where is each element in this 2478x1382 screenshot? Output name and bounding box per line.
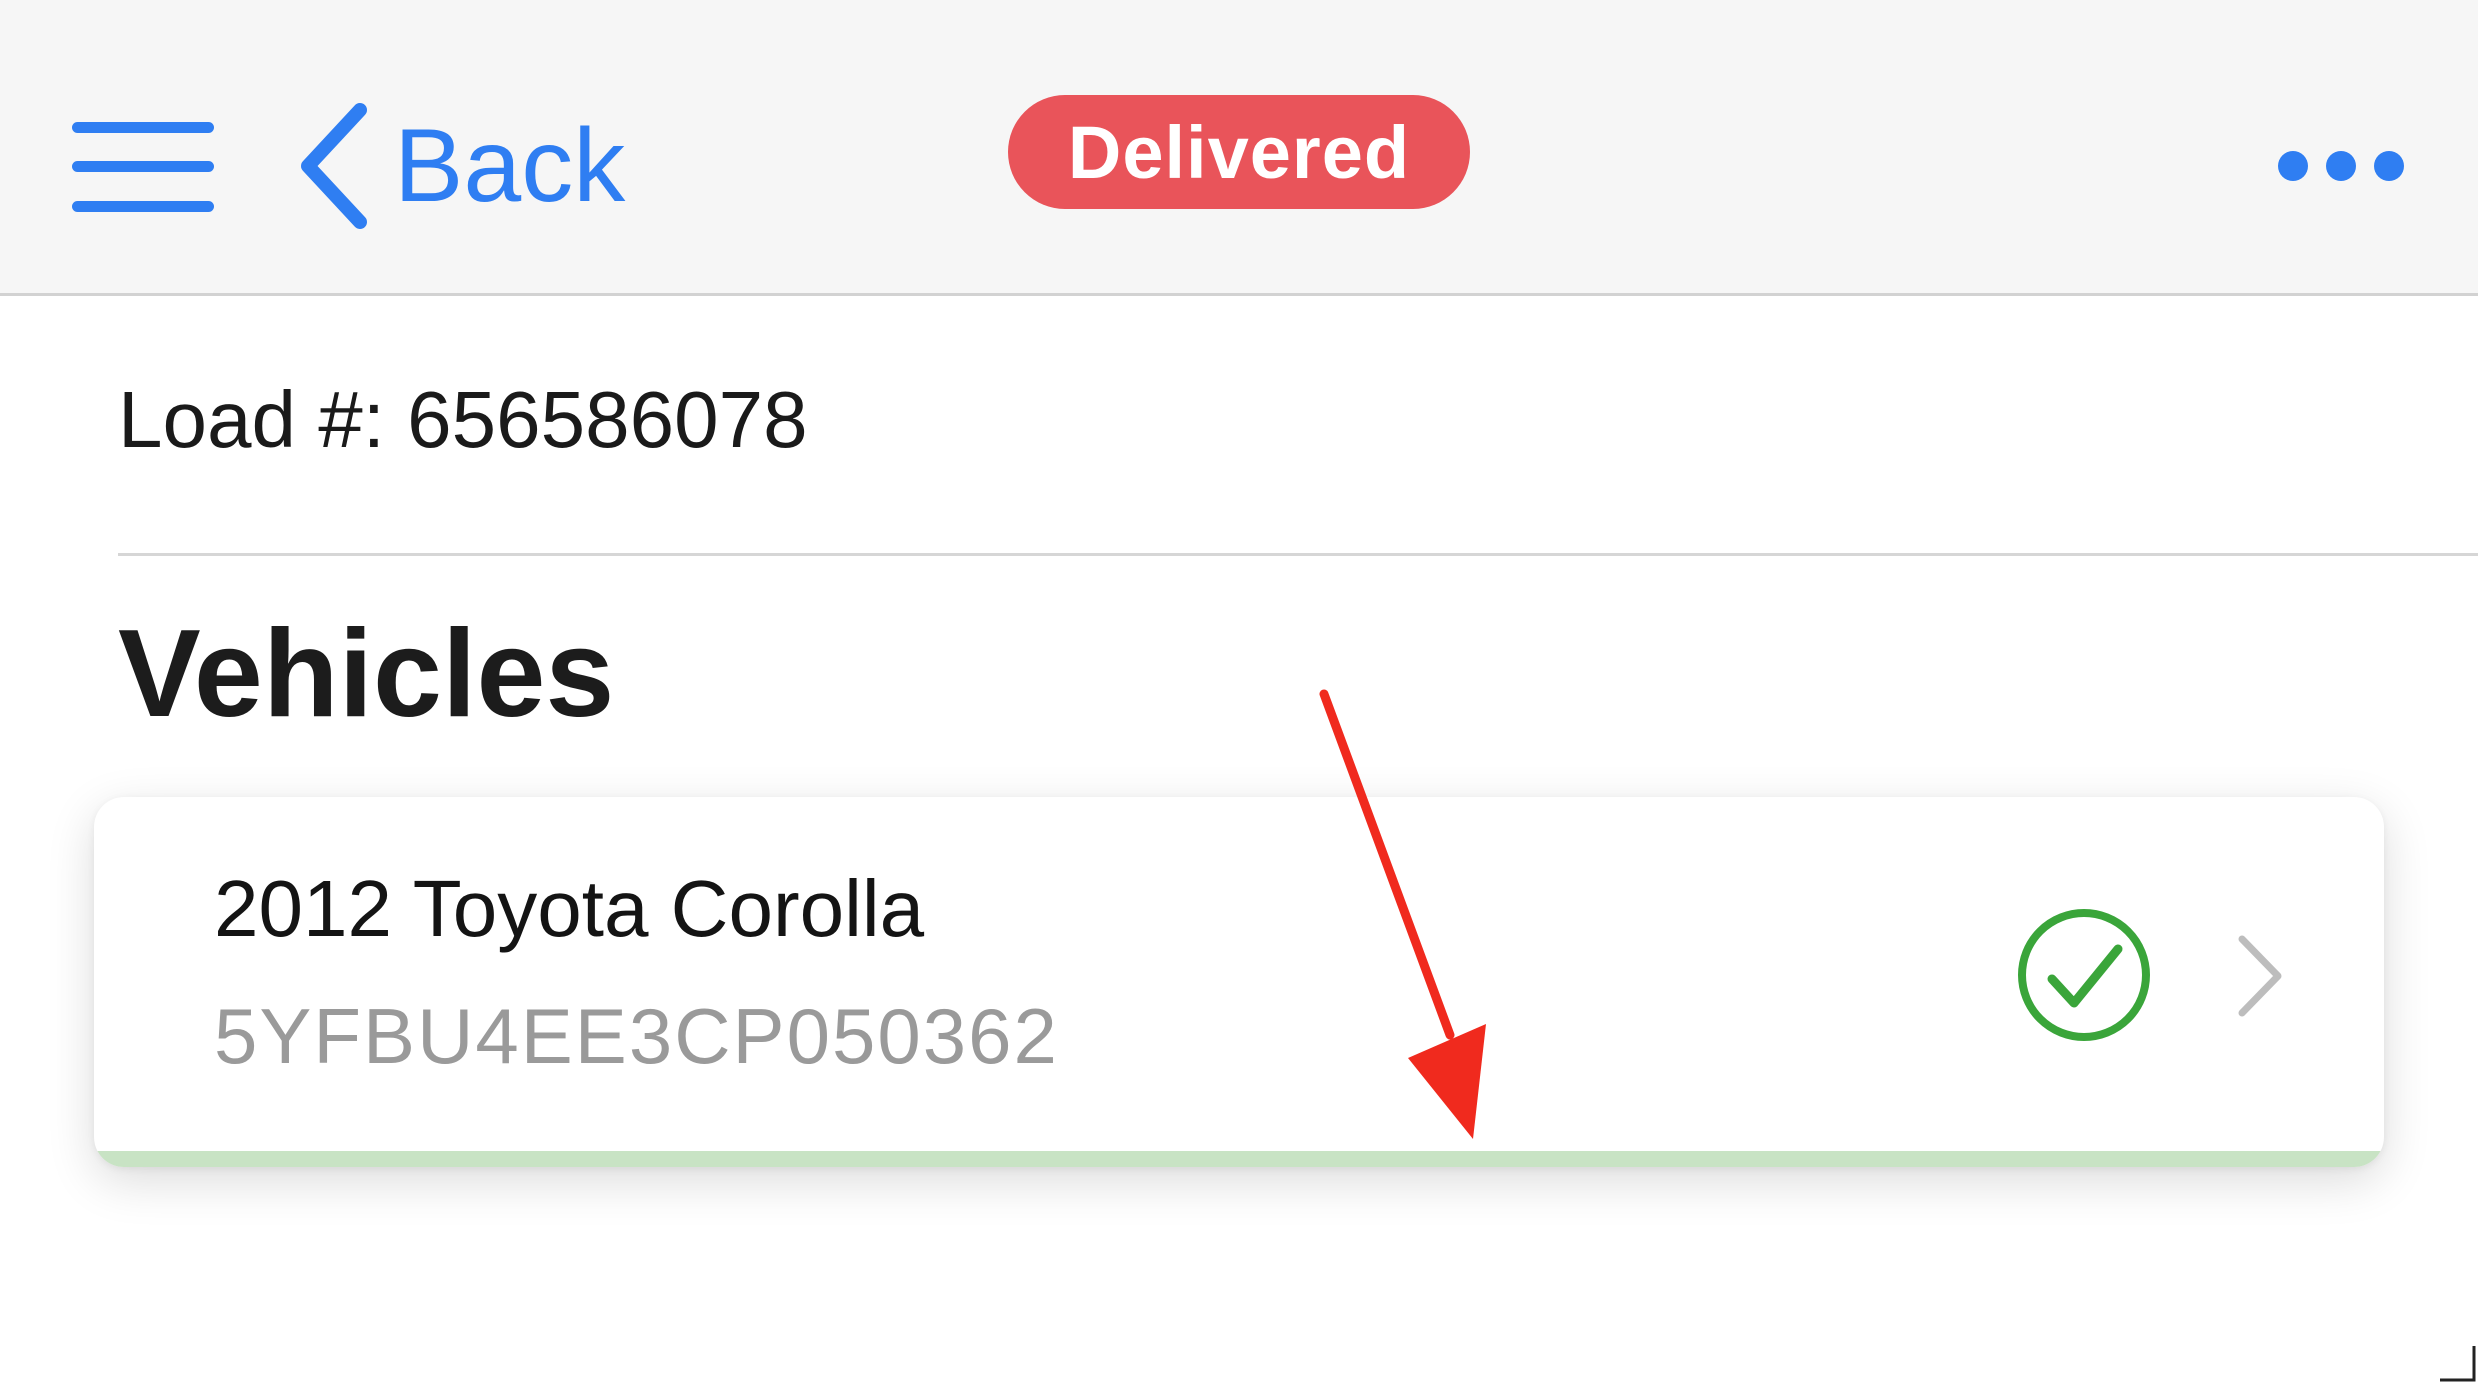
vehicle-card[interactable]: 2012 Toyota Corolla 5YFBU4EE3CP050362 [94, 797, 2384, 1167]
section-divider [118, 553, 2478, 556]
vehicle-progress-fill [94, 1151, 2384, 1167]
back-button[interactable]: Back [290, 96, 625, 236]
back-label: Back [394, 108, 626, 224]
vehicles-section-title: Vehicles [118, 605, 615, 743]
load-number: Load #: 656586078 [118, 375, 808, 464]
chevron-right-icon [2238, 935, 2282, 1017]
vehicle-vin: 5YFBU4EE3CP050362 [214, 992, 1059, 1080]
navigation-bar: Back Delivered [0, 0, 2478, 296]
resize-corner-icon [2440, 1346, 2476, 1382]
red-arrow-icon [1319, 689, 1486, 1139]
check-circle-icon [2018, 909, 2150, 1041]
chevron-left-icon [301, 103, 367, 229]
vehicle-progress-bar [94, 1151, 2384, 1167]
vehicle-name: 2012 Toyota Corolla [214, 864, 925, 953]
more-horizontal-icon[interactable] [2276, 146, 2406, 186]
hamburger-menu-icon[interactable] [72, 122, 214, 212]
status-badge: Delivered [1008, 95, 1470, 209]
